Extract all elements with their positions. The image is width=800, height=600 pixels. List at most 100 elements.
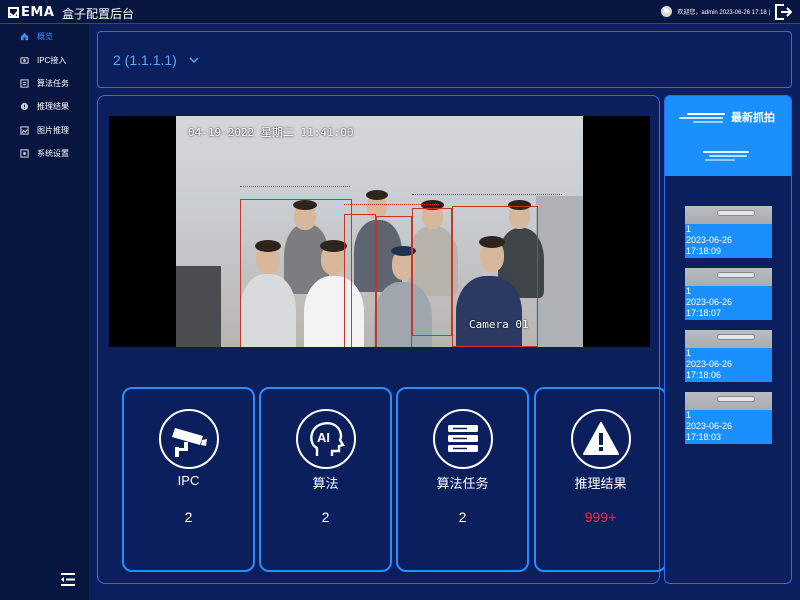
thumbnail-tag	[717, 210, 755, 216]
video-player[interactable]: 04-19-2022 星期二 11:41:00 Camera 01	[109, 116, 650, 347]
capture-time: 17:18:07	[686, 308, 722, 318]
device-select[interactable]: 2 (1.1.1.1)	[113, 52, 199, 68]
capture-channel: 1	[686, 286, 692, 296]
stat-value: 999+	[584, 509, 617, 525]
logo: EMA	[8, 4, 55, 20]
speed-lines-icon	[705, 159, 735, 161]
image-icon	[20, 126, 29, 135]
thumbnail-tag	[717, 396, 755, 402]
logo-check-icon	[8, 6, 19, 18]
capture-info: 1 2023-06-26 17:18:07	[686, 286, 732, 319]
detection-box	[376, 216, 412, 347]
sidebar-item-tasks[interactable]: 算法任务	[0, 72, 89, 95]
capture-item[interactable]: 1 2023-06-26 17:18:06	[685, 330, 772, 382]
capture-time: 17:18:03	[686, 432, 722, 442]
sidebar-item-overview[interactable]: 概览	[0, 25, 89, 48]
result-icon	[20, 103, 29, 111]
server-list-icon	[433, 409, 493, 469]
logout-icon[interactable]	[774, 4, 792, 20]
video-frame: 04-19-2022 星期二 11:41:00 Camera 01	[176, 116, 583, 347]
stat-value: 2	[184, 509, 193, 525]
device-select-value: 2 (1.1.1.1)	[113, 52, 177, 68]
capture-time: 17:18:06	[686, 370, 722, 380]
detection-label	[412, 194, 562, 198]
device-selector-panel: 2 (1.1.1.1)	[97, 31, 792, 88]
sidebar-item-label: 概览	[37, 32, 53, 42]
avatar[interactable]	[661, 6, 673, 17]
hair-shape	[366, 190, 388, 200]
overview-panel: 04-19-2022 星期二 11:41:00 Camera 01 IPC 2 …	[97, 95, 667, 584]
detection-label	[344, 204, 439, 208]
capture-item[interactable]: 1 2023-06-26 17:18:09	[685, 206, 772, 258]
sidebar: 概览 IPC接入 算法任务 推理结果 图片推理 系统设置	[0, 24, 89, 600]
capture-item[interactable]: 1 2023-06-26 17:18:03	[685, 392, 772, 444]
warning-icon	[571, 409, 631, 469]
sidebar-item-settings[interactable]: 系统设置	[0, 142, 89, 165]
welcome-text: 欢迎您，admin 2023-06-26 17:18 |	[677, 10, 770, 16]
sidebar-item-results[interactable]: 推理结果	[0, 95, 89, 118]
capture-thumbnail	[685, 206, 772, 224]
home-icon	[20, 33, 29, 41]
capture-thumbnail	[685, 268, 772, 286]
osd-camera-name: Camera 01	[469, 318, 529, 331]
capture-info: 1 2023-06-26 17:18:03	[686, 410, 732, 443]
stat-value: 2	[458, 509, 467, 525]
sidebar-item-label: 算法任务	[37, 78, 69, 88]
stat-card-tasks[interactable]: 算法任务 2	[396, 387, 529, 572]
capture-date: 2023-06-26	[686, 421, 733, 431]
capture-thumbnail	[685, 392, 772, 410]
cctv-camera-icon	[159, 409, 219, 469]
stat-label: 推理结果	[574, 476, 627, 491]
ai-head-icon: AI	[296, 409, 356, 469]
speed-lines-icon	[703, 151, 749, 153]
capture-time: 17:18:09	[686, 246, 722, 256]
stat-label: 算法	[312, 476, 339, 491]
stat-card-algorithm[interactable]: AI 算法 2	[259, 387, 392, 572]
detection-box	[344, 214, 376, 347]
svg-text:AI: AI	[317, 430, 330, 445]
capture-channel: 1	[686, 224, 692, 234]
app-title: 盒子配置后台	[62, 7, 135, 21]
capture-date: 2023-06-26	[686, 235, 733, 245]
stat-label: 算法任务	[436, 476, 489, 491]
sidebar-item-label: 推理结果	[37, 102, 69, 112]
capture-thumbnail	[685, 330, 772, 348]
thumbnail-tag	[717, 272, 755, 278]
stat-value: 2	[321, 509, 330, 525]
detection-label	[240, 186, 350, 190]
logo-text: EMA	[21, 4, 55, 20]
stat-card-ipc[interactable]: IPC 2	[122, 387, 255, 572]
speed-lines-icon	[709, 155, 747, 157]
sidebar-item-ipc[interactable]: IPC接入	[0, 48, 89, 71]
chair-shape	[176, 266, 221, 347]
speed-lines-icon	[687, 113, 725, 115]
osd-timestamp: 04-19-2022 星期二 11:41:00	[188, 126, 354, 139]
sidebar-item-label: 系统设置	[37, 149, 69, 159]
capture-date: 2023-06-26	[686, 359, 733, 369]
sidebar-item-label: 图片推理	[37, 125, 69, 135]
top-bar: EMA 盒子配置后台 欢迎您，admin 2023-06-26 17:18 |	[0, 0, 800, 24]
detection-box	[412, 208, 452, 336]
collapse-menu-icon[interactable]	[60, 573, 76, 586]
chevron-down-icon[interactable]	[189, 55, 199, 65]
detection-box	[240, 199, 352, 347]
capture-info: 1 2023-06-26 17:18:09	[686, 224, 732, 257]
user-area: 欢迎您，admin 2023-06-26 17:18 |	[661, 6, 770, 17]
latest-captures-title: 最新抓拍	[731, 112, 775, 124]
latest-captures-header: 最新抓拍	[665, 96, 791, 176]
capture-channel: 1	[686, 348, 692, 358]
task-icon	[20, 79, 29, 88]
capture-info: 1 2023-06-26 17:18:06	[686, 348, 732, 381]
thumbnail-tag	[717, 334, 755, 340]
speed-lines-icon	[679, 117, 723, 119]
settings-icon	[20, 149, 29, 158]
latest-captures-panel: 最新抓拍 1 2023-06-26 17:18:09 1 2023-06-26 …	[664, 95, 792, 584]
sidebar-item-image-inference[interactable]: 图片推理	[0, 119, 89, 142]
capture-item[interactable]: 1 2023-06-26 17:18:07	[685, 268, 772, 320]
camera-icon	[20, 56, 29, 64]
capture-channel: 1	[686, 410, 692, 420]
capture-date: 2023-06-26	[686, 297, 733, 307]
sidebar-item-label: IPC接入	[37, 55, 67, 65]
stat-card-results[interactable]: 推理结果 999+	[534, 387, 667, 572]
speed-lines-icon	[693, 121, 723, 123]
